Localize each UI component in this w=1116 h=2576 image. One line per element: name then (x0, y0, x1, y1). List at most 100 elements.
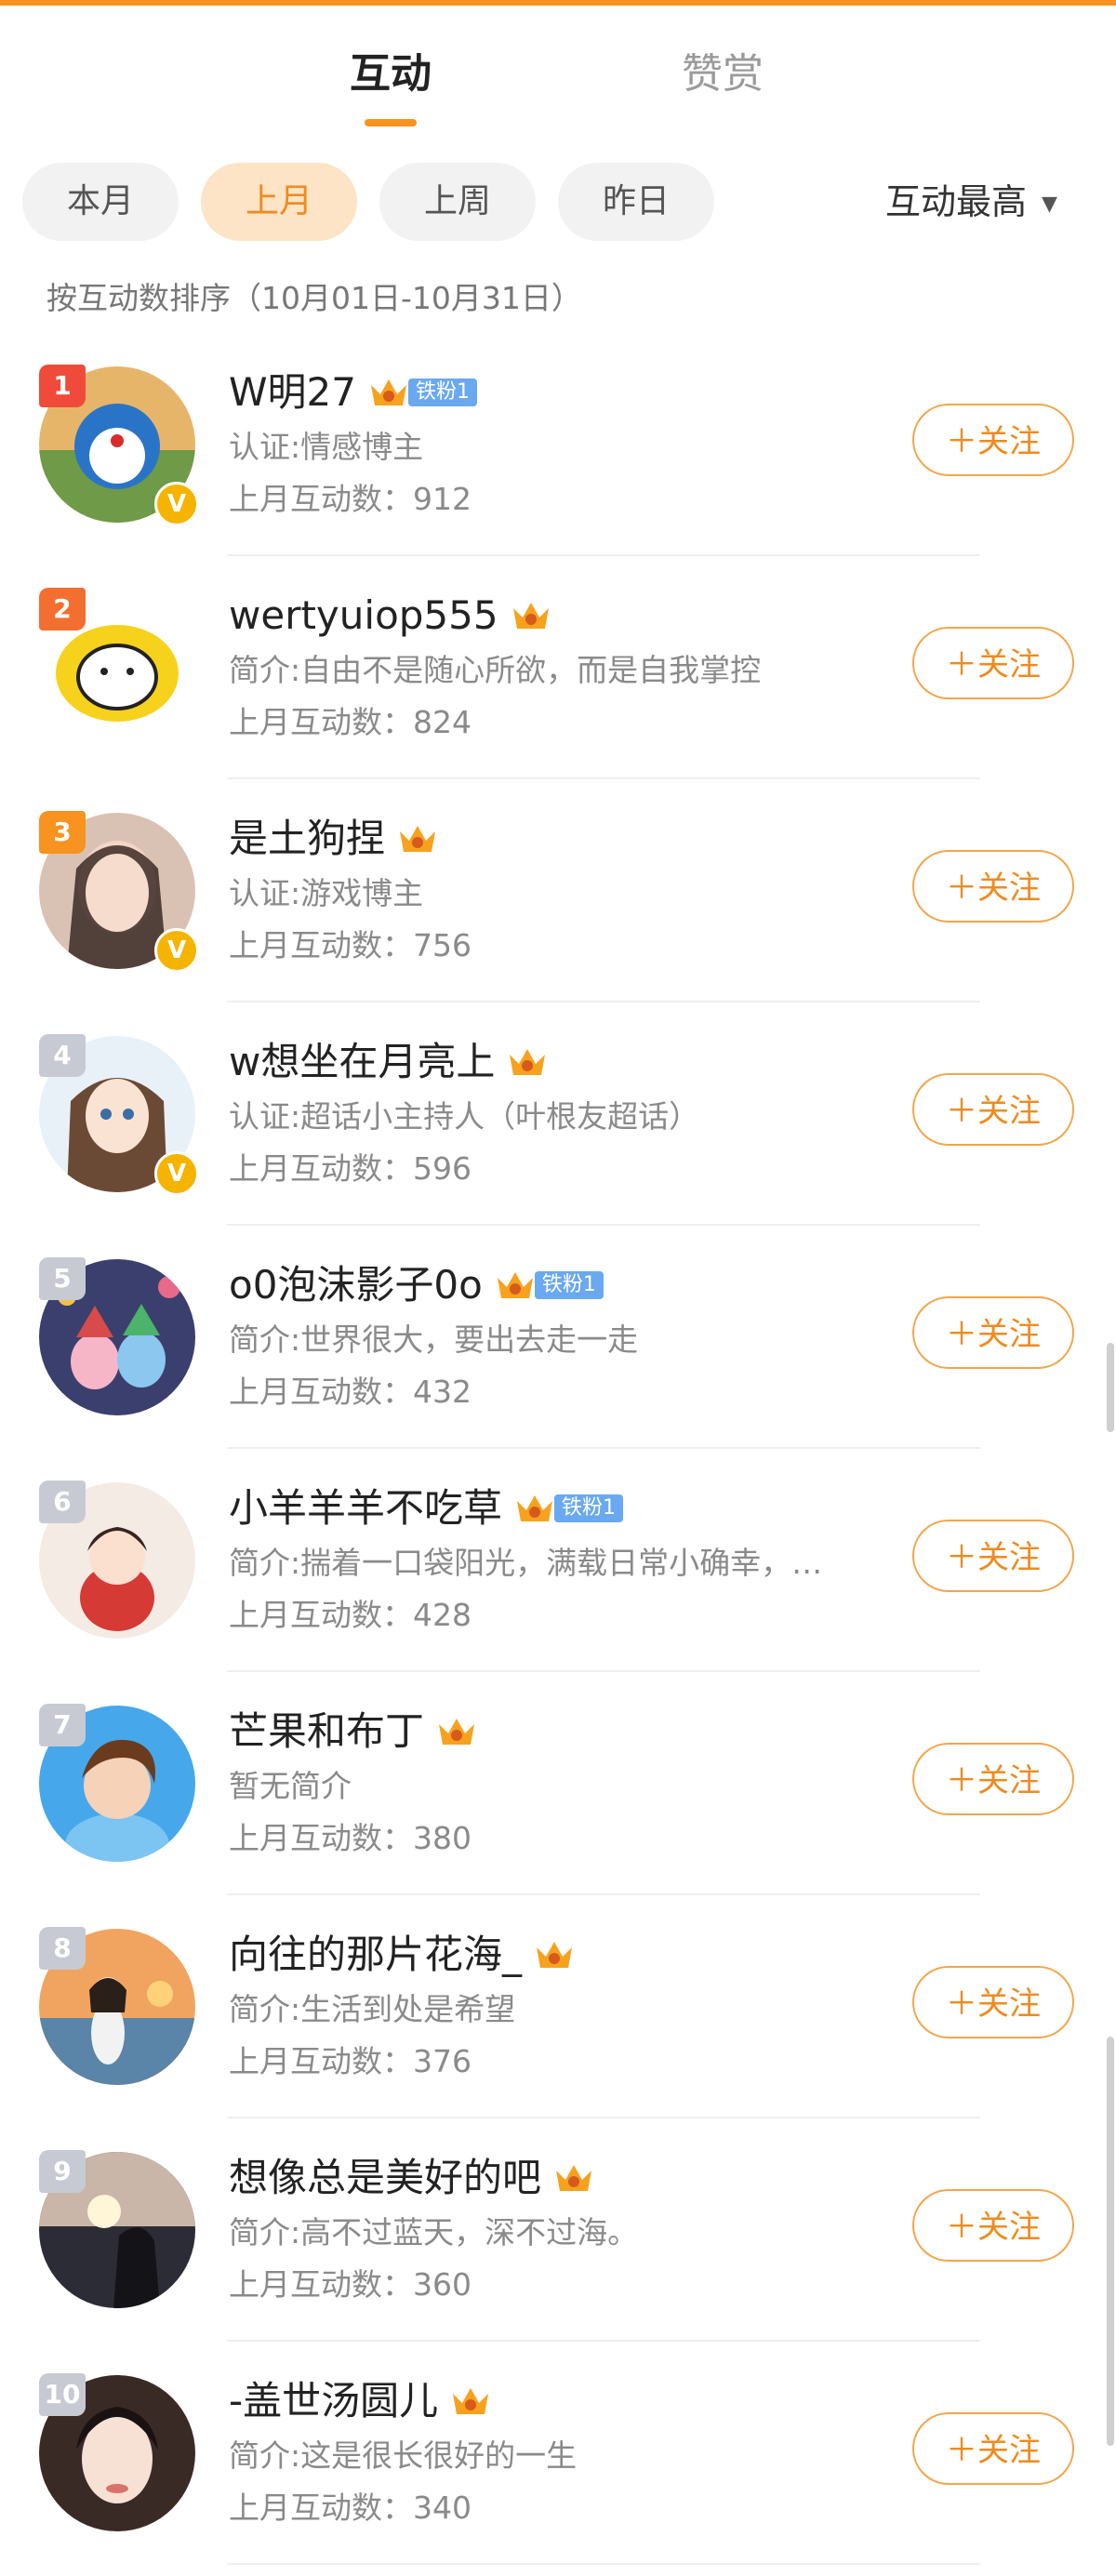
name-line: 向往的那片花海_ (229, 1927, 576, 1983)
name-line: W明27 铁粉1 (229, 365, 477, 420)
list-item[interactable]: 6 小羊羊羊不吃草 铁粉1 简介:揣着一口袋阳光，满载日常小确幸，… 上月互动数… (0, 1460, 1116, 1683)
user-name[interactable]: 是土狗捏 (229, 811, 385, 867)
name-line: 小羊羊羊不吃草 铁粉1 (229, 1481, 624, 1536)
user-description: 简介:揣着一口袋阳光，满载日常小确幸，… (229, 1545, 823, 1581)
interaction-count: 上月互动数：432 (229, 1374, 472, 1410)
fan-badge: 铁粉1 (554, 1494, 624, 1522)
user-description: 简介:这是很长很好的一生 (229, 2437, 578, 2474)
follow-button[interactable]: ＋关注 (912, 2189, 1074, 2262)
verified-icon: V (154, 928, 199, 973)
name-line: o0泡沫影子0o 铁粉1 (229, 1257, 604, 1313)
filter-chip-last-month[interactable]: 上月 (201, 163, 357, 241)
top-accent-bar (0, 0, 1116, 6)
sort-dropdown[interactable]: 互动最高 ▼ (885, 163, 1057, 241)
user-description: 认证:超话小主持人（叶根友超话） (229, 1098, 700, 1135)
tab-interaction[interactable]: 互动 (350, 46, 432, 102)
user-name[interactable]: wertyuiop555 (229, 588, 498, 644)
list-item[interactable]: 4 V w想坐在月亮上 认证:超话小主持人（叶根友超话） 上月互动数：596 ＋… (0, 1014, 1116, 1237)
name-line: -盖世汤圆儿 (229, 2373, 492, 2429)
divider (227, 2563, 980, 2565)
list-item[interactable]: 3 V 是土狗捏 认证:游戏博主 上月互动数：756 ＋关注 (0, 790, 1116, 1014)
user-name[interactable]: o0泡沫影子0o (229, 1257, 483, 1313)
follow-button[interactable]: ＋关注 (912, 404, 1074, 476)
divider (227, 1001, 980, 1003)
interaction-count: 上月互动数：756 (229, 927, 472, 963)
rank-badge: 7 (39, 1704, 86, 1746)
user-description: 认证:游戏博主 (229, 875, 424, 911)
name-line: 是土狗捏 (229, 811, 439, 867)
list-item[interactable]: 1 V W明27 铁粉1 认证:情感博主 上月互动数：912 ＋关注 (0, 344, 1116, 567)
verified-icon: V (154, 482, 199, 526)
sort-description: 按互动数排序（10月01日-10月31日） (46, 280, 582, 316)
interaction-count: 上月互动数：824 (229, 704, 472, 740)
crown-icon (396, 820, 439, 857)
follow-button[interactable]: ＋关注 (912, 2412, 1074, 2485)
divider (227, 554, 980, 556)
crown-icon (449, 2383, 492, 2420)
user-description: 简介:生活到处是希望 (229, 1991, 516, 2027)
user-name[interactable]: 想像总是美好的吧 (229, 2150, 541, 2206)
user-name[interactable]: W明27 (229, 365, 356, 420)
filter-chip-yesterday[interactable]: 昨日 (558, 163, 714, 241)
follow-button[interactable]: ＋关注 (912, 1743, 1074, 1815)
follow-button[interactable]: ＋关注 (912, 1296, 1074, 1369)
crown-icon (506, 1043, 549, 1081)
interaction-count: 上月互动数：376 (229, 2043, 472, 2079)
fan-badge: 铁粉1 (407, 378, 477, 406)
user-description: 认证:情感博主 (229, 429, 424, 465)
name-line: w想坐在月亮上 (229, 1034, 549, 1090)
caret-down-icon: ▼ (1042, 192, 1057, 216)
follow-button[interactable]: ＋关注 (912, 1073, 1074, 1146)
divider (227, 2117, 980, 2118)
filter-chip-last-week[interactable]: 上周 (379, 163, 536, 241)
list-item[interactable]: 7 芒果和布丁 暂无简介 上月互动数：380 ＋关注 (0, 1683, 1116, 1906)
crown-icon (513, 1490, 556, 1527)
name-line: wertyuiop555 (229, 588, 552, 644)
crown-icon (552, 2159, 595, 2197)
filter-chip-this-month[interactable]: 本月 (22, 163, 179, 241)
scrollbar-thumb[interactable] (1107, 2037, 1114, 2446)
user-name[interactable]: w想坐在月亮上 (229, 1034, 495, 1090)
crown-icon (494, 1267, 537, 1304)
follow-button[interactable]: ＋关注 (912, 1966, 1074, 2038)
user-name[interactable]: 小羊羊羊不吃草 (229, 1481, 502, 1536)
divider (227, 1670, 980, 1672)
rank-badge: 4 (39, 1034, 86, 1077)
user-name[interactable]: 向往的那片花海_ (229, 1927, 522, 1983)
crown-icon (533, 1936, 576, 1973)
user-name[interactable]: -盖世汤圆儿 (229, 2373, 438, 2429)
crown-icon (435, 1713, 478, 1750)
interaction-count: 上月互动数：428 (229, 1597, 472, 1633)
list-item[interactable]: 2 wertyuiop555 简介:自由不是随心所欲，而是自我掌控 上月互动数：… (0, 567, 1116, 790)
fan-badge: 铁粉1 (534, 1271, 604, 1299)
user-name[interactable]: 芒果和布丁 (229, 1704, 424, 1759)
follow-button[interactable]: ＋关注 (912, 850, 1074, 923)
divider (227, 1893, 980, 1895)
list-item[interactable]: 5 o0泡沫影子0o 铁粉1 简介:世界很大，要出去走一走 上月互动数：432 … (0, 1237, 1116, 1460)
name-line: 想像总是美好的吧 (229, 2150, 595, 2206)
scrollbar-indicator[interactable] (1107, 1343, 1114, 1432)
tab-bar: 互动 赞赏 (0, 19, 1116, 149)
active-tab-indicator (365, 119, 417, 126)
crown-icon (367, 374, 410, 411)
crown-icon (510, 597, 552, 634)
verified-icon: V (154, 1151, 199, 1196)
rank-badge: 10 (39, 2373, 86, 2416)
divider (227, 1447, 980, 1449)
interaction-count: 上月互动数：340 (229, 2490, 472, 2526)
sort-label: 互动最高 (885, 181, 1028, 222)
interaction-count: 上月互动数：380 (229, 1820, 472, 1856)
tab-appreciation[interactable]: 赞赏 (682, 46, 764, 102)
follow-button[interactable]: ＋关注 (912, 627, 1074, 699)
interaction-count: 上月互动数：360 (229, 2266, 472, 2303)
list-item[interactable]: 10 -盖世汤圆儿 简介:这是很长很好的一生 上月互动数：340 ＋关注 (0, 2353, 1116, 2576)
rank-badge: 8 (39, 1927, 86, 1970)
divider (227, 1224, 980, 1226)
rank-badge: 9 (39, 2150, 86, 2193)
interaction-count: 上月互动数：596 (229, 1150, 472, 1187)
rank-badge: 1 (39, 365, 86, 407)
follow-button[interactable]: ＋关注 (912, 1520, 1074, 1592)
divider (227, 777, 980, 779)
list-item[interactable]: 8 向往的那片花海_ 简介:生活到处是希望 上月互动数：376 ＋关注 (0, 1906, 1116, 2130)
list-item[interactable]: 9 想像总是美好的吧 简介:高不过蓝天，深不过海。 上月互动数：360 ＋关注 (0, 2130, 1116, 2353)
